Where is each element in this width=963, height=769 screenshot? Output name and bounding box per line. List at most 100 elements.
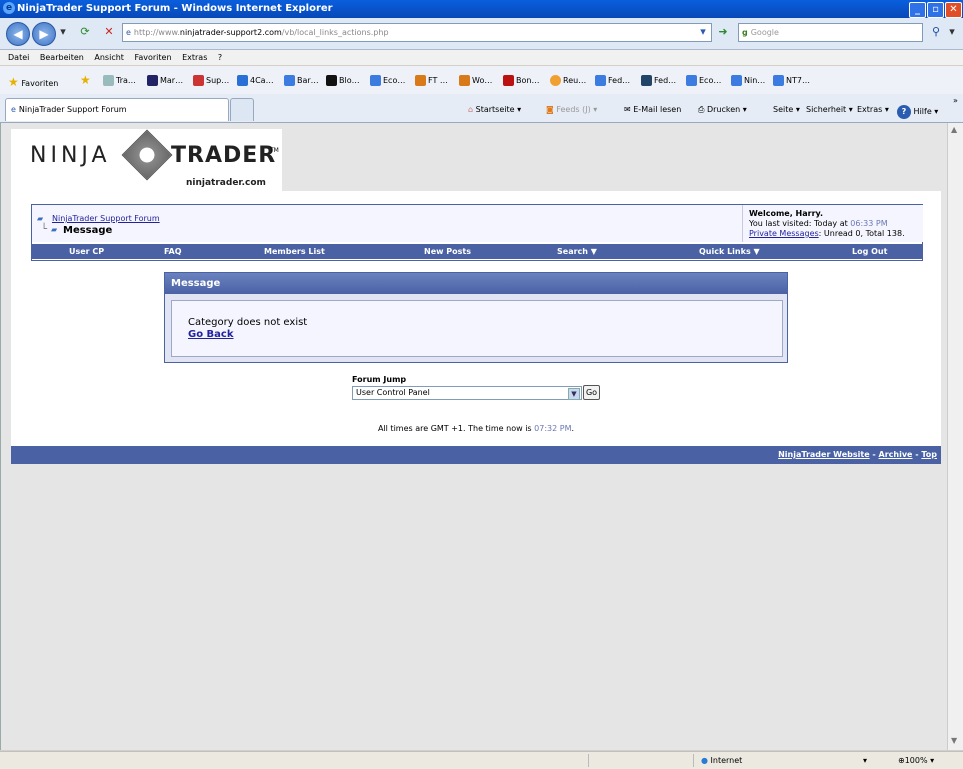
message-text: Category does not exist xyxy=(188,317,308,328)
forward-button[interactable]: ▶ xyxy=(32,22,56,46)
go-back-link[interactable]: Go Back xyxy=(188,329,234,340)
fav-label: Sup… xyxy=(206,76,230,85)
ninjatrader-logo[interactable]: NINJA TRADER TM ninjatrader.com xyxy=(11,129,282,191)
new-tab-button[interactable] xyxy=(230,98,254,121)
feeds-button[interactable]: ◙ Feeds (J) ▾ xyxy=(546,105,597,114)
status-divider xyxy=(693,754,694,767)
close-window-button[interactable]: ✕ xyxy=(945,2,962,18)
nav-faq[interactable]: FAQ xyxy=(164,244,182,259)
breadcrumb-forum-link[interactable]: NinjaTrader Support Forum xyxy=(52,214,160,223)
page-menu-button[interactable]: Seite ▾ xyxy=(773,105,800,114)
fav-item[interactable]: Fed… xyxy=(595,75,630,86)
nav-log-out[interactable]: Log Out xyxy=(852,244,887,259)
security-zone[interactable]: ● Internet xyxy=(701,752,742,769)
nav-user-cp[interactable]: User CP xyxy=(69,244,104,259)
safety-menu-button[interactable]: Sicherheit ▾ xyxy=(806,105,853,114)
google-icon: g xyxy=(742,28,748,37)
tab-ninjatrader-forum[interactable]: e NinjaTrader Support Forum xyxy=(5,98,229,121)
menu-favoriten[interactable]: Favoriten xyxy=(134,53,171,62)
favorites-center-button[interactable]: ★ Favoriten xyxy=(8,75,58,89)
scroll-down-icon[interactable]: ▼ xyxy=(951,736,957,745)
favicon-icon xyxy=(595,75,606,86)
fav-item[interactable]: Eco… xyxy=(370,75,405,86)
footer-website-link[interactable]: NinjaTrader Website xyxy=(778,450,870,459)
fav-item[interactable]: NT7… xyxy=(773,75,810,86)
forum-jump-selected: User Control Panel xyxy=(356,388,430,397)
forum-navbar: User CP FAQ Members List New Posts Searc… xyxy=(32,244,922,259)
read-mail-button[interactable]: ✉ E-Mail lesen xyxy=(624,105,681,114)
footer-top-link[interactable]: Top xyxy=(921,450,937,459)
fav-item[interactable]: Reu… xyxy=(550,75,586,86)
favicon-icon xyxy=(550,75,561,86)
address-dropdown-icon[interactable]: ▾ xyxy=(697,23,709,41)
forum-jump-go-button[interactable]: Go xyxy=(583,385,600,400)
address-path: /vb/local_links_actions.php xyxy=(281,28,389,37)
refresh-icon[interactable]: ⟳ xyxy=(75,23,95,41)
message-title: Message xyxy=(171,278,221,289)
zoom-control[interactable]: ⊕100% ▾ xyxy=(898,752,934,769)
recent-pages-dropdown-icon[interactable]: ▾ xyxy=(58,23,68,41)
nav-members-list[interactable]: Members List xyxy=(264,244,325,259)
fav-item[interactable]: Eco… xyxy=(686,75,721,86)
menu-datei[interactable]: Datei xyxy=(8,53,29,62)
home-icon: ⌂ xyxy=(468,105,474,114)
maximize-button[interactable]: ▫ xyxy=(927,2,944,18)
tab-page-icon: e xyxy=(11,105,16,114)
back-button[interactable]: ◀ xyxy=(6,22,30,46)
toolbar-overflow-icon[interactable]: » xyxy=(953,96,958,105)
address-toolbar: ◀ ▶ ▾ ⟳ ✕ e http://www.ninjatrader-suppor… xyxy=(0,18,963,50)
stop-icon[interactable]: ✕ xyxy=(100,23,118,41)
address-host: ninjatrader-support2.com xyxy=(179,28,282,37)
nav-search[interactable]: Search ▼ xyxy=(557,244,597,259)
fav-item[interactable]: 4Ca… xyxy=(237,75,274,86)
fav-item[interactable]: Bar… xyxy=(284,75,319,86)
fav-item[interactable]: Blo… xyxy=(326,75,360,86)
fav-item[interactable]: Tra… xyxy=(103,75,136,86)
page-label: Seite xyxy=(773,105,794,114)
fav-item[interactable]: Wo… xyxy=(459,75,492,86)
search-icon[interactable]: ⚲ xyxy=(927,23,945,41)
forum-nav-table: ▰ NinjaTrader Support Forum └ ▰ Message … xyxy=(31,204,923,261)
home-button[interactable]: ⌂ Startseite ▾ xyxy=(468,105,521,114)
fav-item[interactable]: Sup… xyxy=(193,75,229,86)
favicon-icon xyxy=(147,75,158,86)
menu-ansicht[interactable]: Ansicht xyxy=(94,53,124,62)
private-messages-link[interactable]: Private Messages xyxy=(749,229,819,238)
go-arrow-icon[interactable]: ➜ xyxy=(714,23,732,41)
chevron-down-icon: ▼ xyxy=(568,388,580,400)
tab-bar: e NinjaTrader Support Forum ⌂ Startseite … xyxy=(0,94,963,123)
forum-jump-select[interactable]: User Control Panel ▼ xyxy=(352,386,582,400)
address-bar[interactable]: e http://www.ninjatrader-support2.com/vb/… xyxy=(122,23,712,42)
scroll-up-icon[interactable]: ▲ xyxy=(951,125,957,134)
fav-item[interactable]: Mar… xyxy=(147,75,183,86)
menu-bearbeiten[interactable]: Bearbeiten xyxy=(40,53,84,62)
footer-archive-link[interactable]: Archive xyxy=(879,450,913,459)
nav-quick-links[interactable]: Quick Links ▼ xyxy=(699,244,760,259)
menu-help[interactable]: ? xyxy=(218,53,222,62)
logo-diamond-icon xyxy=(121,129,173,181)
menu-extras[interactable]: Extras xyxy=(182,53,207,62)
fav-item[interactable]: FT … xyxy=(415,75,448,86)
mail-icon: ✉ xyxy=(624,105,631,114)
forum-home-icon: ▰ xyxy=(37,214,44,223)
zone-label: Internet xyxy=(710,756,743,765)
vertical-scrollbar[interactable]: ▲ ▼ xyxy=(947,123,963,750)
search-options-icon[interactable]: ▾ xyxy=(947,23,957,41)
help-label: Hilfe xyxy=(913,107,932,116)
folder-icon: ▰ xyxy=(51,225,58,234)
protected-mode-icon[interactable]: ▾ xyxy=(863,752,867,769)
fav-item[interactable]: Fed… xyxy=(641,75,676,86)
fav-label: Bon… xyxy=(516,76,540,85)
add-favorite-icon[interactable]: ★ xyxy=(80,73,91,87)
minimize-button[interactable]: _ xyxy=(909,2,926,18)
print-button[interactable]: ⎙ Drucken ▾ xyxy=(698,105,747,115)
fav-label: FT … xyxy=(428,76,448,85)
fav-label: NT7… xyxy=(786,76,810,85)
search-input[interactable]: g Google xyxy=(738,23,923,42)
help-menu-button[interactable]: ? Hilfe ▾ xyxy=(897,105,938,119)
favicon-icon xyxy=(731,75,742,86)
fav-item[interactable]: Nin… xyxy=(731,75,765,86)
fav-item[interactable]: Bon… xyxy=(503,75,539,86)
nav-new-posts[interactable]: New Posts xyxy=(424,244,471,259)
tools-menu-button[interactable]: Extras ▾ xyxy=(857,105,889,114)
